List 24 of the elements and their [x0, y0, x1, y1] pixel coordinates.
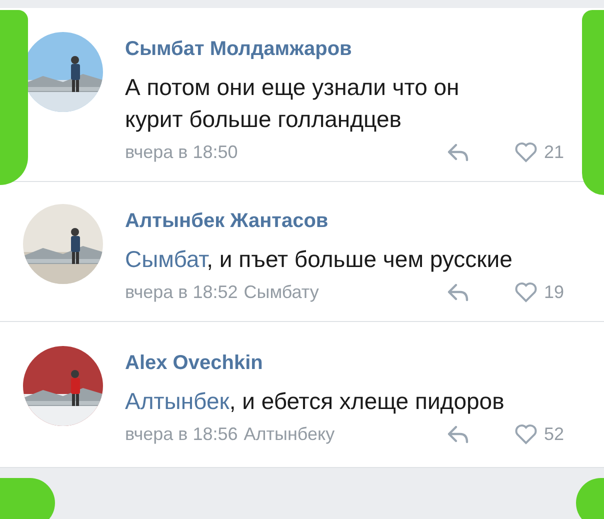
reply-target[interactable]: Алтынбеку — [244, 424, 335, 444]
mention-link[interactable]: Сымбат — [125, 246, 207, 272]
mention-link[interactable]: Алтынбек — [125, 388, 230, 414]
comment-time: вчера в 18:52 — [125, 282, 238, 302]
like-count: 19 — [544, 282, 566, 302]
comment-time: вчера в 18:56 — [125, 424, 238, 444]
author-name[interactable]: Сымбат Молдамжаров — [125, 38, 584, 61]
like-count: 21 — [544, 142, 566, 162]
reply-icon[interactable] — [446, 282, 470, 302]
reply-icon[interactable] — [446, 424, 470, 444]
comment-text: Сымбат, и пъет больше чем русские — [125, 245, 514, 274]
heart-icon[interactable] — [514, 281, 538, 303]
heart-icon[interactable] — [514, 141, 538, 163]
comment-text: А потом они еще узнали что он курит больше голландцев — [125, 73, 460, 134]
marker-stroke — [0, 478, 55, 519]
marker-stroke — [576, 478, 604, 519]
like-count: 52 — [544, 424, 566, 444]
reply-icon[interactable] — [446, 142, 470, 162]
reply-target[interactable]: Сымбату — [244, 282, 319, 302]
comment-time: вчера в 18:50 — [125, 142, 238, 162]
author-name[interactable]: Alex Ovechkin — [125, 352, 584, 375]
comment-text: Алтынбек, и ебется хлеще пидоров — [125, 387, 506, 416]
heart-icon[interactable] — [514, 423, 538, 445]
author-name[interactable]: Алтынбек Жантасов — [125, 210, 584, 233]
